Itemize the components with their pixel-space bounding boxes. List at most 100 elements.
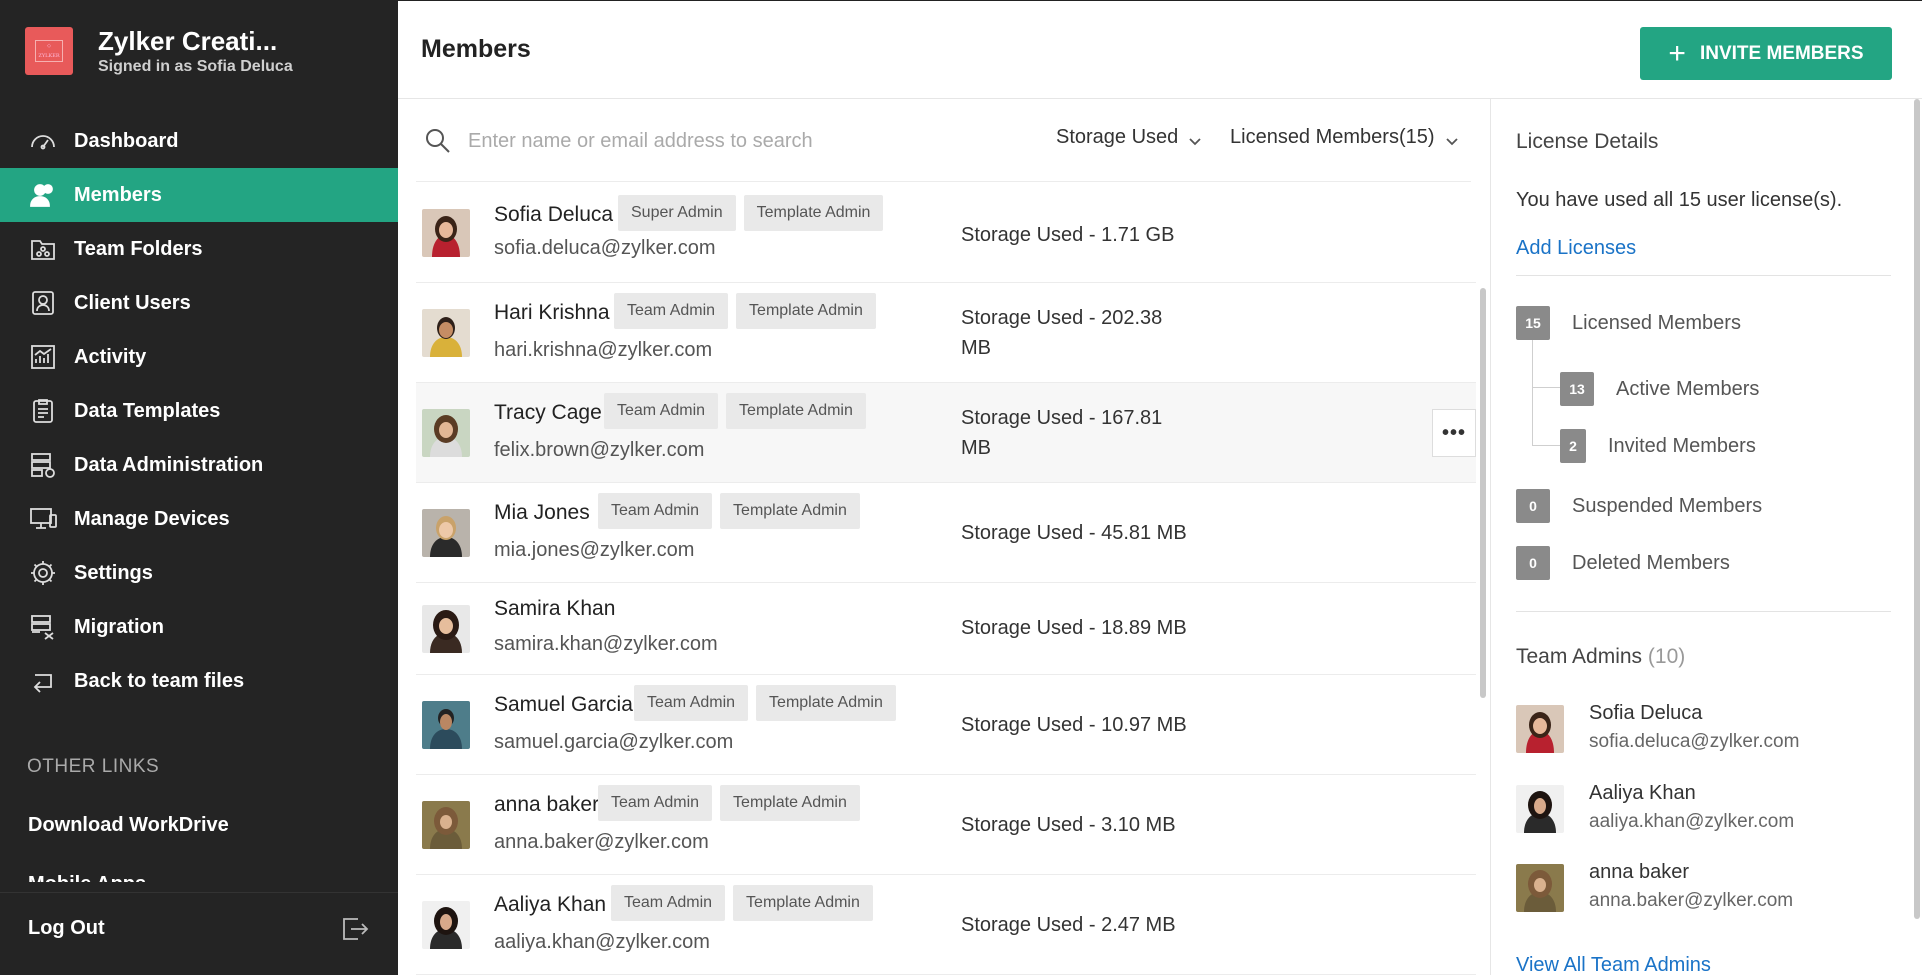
members-filter-label: Licensed Members(15) [1230, 126, 1435, 148]
plus-icon: + [1668, 36, 1686, 70]
sidebar-item-label: Dashboard [74, 129, 179, 152]
sidebar-item-activity[interactable]: Activity [0, 330, 398, 384]
sidebar-item-client-users[interactable]: Client Users [0, 276, 398, 330]
invited-members-row[interactable]: 2 Invited Members [1560, 429, 1756, 463]
role-badge: Team Admin [634, 685, 749, 721]
member-storage: Storage Used - 10.97 MB [961, 714, 1187, 736]
active-count: 13 [1560, 372, 1594, 406]
sidebar-item-manage-devices[interactable]: Manage Devices [0, 492, 398, 546]
sidebar-item-migration[interactable]: Migration [0, 600, 398, 654]
download-workdrive-link[interactable]: Download WorkDrive [28, 814, 229, 837]
role-badge: Template Admin [756, 685, 896, 721]
member-badges: Team Admin Template Admin [598, 493, 860, 529]
add-licenses-link[interactable]: Add Licenses [1516, 237, 1636, 260]
role-badge: Template Admin [736, 293, 876, 329]
member-email: hari.krishna@zylker.com [494, 339, 713, 361]
role-badge: Template Admin [726, 393, 866, 429]
member-badges: Super Admin Template Admin [618, 195, 884, 231]
invite-members-button[interactable]: + INVITE MEMBERS [1640, 27, 1892, 80]
licensed-count: 15 [1516, 306, 1550, 340]
data-templates-icon [28, 396, 58, 426]
member-name[interactable]: Samuel Garcia [494, 693, 633, 717]
divider [1516, 275, 1891, 276]
suspended-members-row[interactable]: 0 Suspended Members [1516, 489, 1762, 523]
member-row[interactable]: anna baker Team Admin Template Admin ann… [416, 775, 1476, 875]
member-row[interactable]: Samuel Garcia Team Admin Template Admin … [416, 675, 1476, 775]
sidebar-item-data-templates[interactable]: Data Templates [0, 384, 398, 438]
activity-icon [28, 342, 58, 372]
active-label: Active Members [1616, 377, 1760, 400]
signed-in-as: Signed in as Sofia Deluca [98, 58, 293, 75]
member-row[interactable]: Hari Krishna Team Admin Template Admin h… [416, 283, 1476, 383]
team-folders-icon [28, 234, 58, 264]
member-name[interactable]: Sofia Deluca [494, 203, 613, 227]
member-name[interactable]: Samira Khan [494, 597, 615, 621]
sort-dropdown[interactable]: Storage Used [1056, 126, 1201, 149]
mobile-apps-link[interactable]: Mobile Apps [28, 870, 146, 882]
sidebar-item-label: Client Users [74, 291, 191, 314]
member-storage: Storage Used - 45.81 MB [961, 522, 1187, 544]
member-row[interactable]: Mia Jones Team Admin Template Admin mia.… [416, 483, 1476, 583]
members-filter-dropdown[interactable]: Licensed Members(15) [1230, 126, 1458, 149]
member-storage: Storage Used - 18.89 MB [961, 617, 1187, 639]
active-members-row[interactable]: 13 Active Members [1560, 372, 1759, 406]
search-icon [424, 127, 452, 155]
more-options-button[interactable]: ••• [1432, 409, 1476, 457]
sidebar-item-label: Migration [74, 615, 164, 638]
list-scrollbar[interactable] [1480, 288, 1486, 698]
member-name[interactable]: anna baker [494, 793, 599, 817]
view-all-team-admins-link[interactable]: View All Team Admins [1516, 954, 1711, 975]
search-input[interactable] [468, 125, 988, 157]
team-admin-email: anna.baker@zylker.com [1589, 890, 1794, 911]
deleted-members-row[interactable]: 0 Deleted Members [1516, 546, 1730, 580]
avatar [422, 701, 470, 749]
member-badges: Team Admin Template Admin [604, 393, 866, 429]
sidebar-item-label: Activity [74, 345, 147, 368]
member-name[interactable]: Mia Jones [494, 501, 590, 525]
avatar [1516, 705, 1564, 753]
member-row[interactable]: Tracy Cage Team Admin Template Admin fel… [416, 383, 1476, 483]
panel-scrollbar[interactable] [1914, 99, 1920, 919]
sidebar-item-settings[interactable]: Settings [0, 546, 398, 600]
team-admins-title: Team Admins (10) [1516, 645, 1685, 669]
sidebar-item-label: Manage Devices [74, 507, 230, 530]
role-badge: Team Admin [614, 293, 729, 329]
sidebar-item-back-to-team-files[interactable]: Back to team files [0, 654, 398, 708]
deleted-label: Deleted Members [1572, 551, 1730, 574]
member-row[interactable]: Sofia Deluca Super Admin Template Admin … [416, 183, 1476, 283]
sidebar-item-label: Members [74, 183, 162, 206]
member-row[interactable]: Aaliya Khan Team Admin Template Admin aa… [416, 875, 1476, 975]
sidebar: ◇ ZYLKER Zylker Creati... Signed in as So… [0, 0, 398, 975]
page-header: Members + INVITE MEMBERS [398, 0, 1922, 99]
logout-icon[interactable] [338, 913, 370, 945]
brand-logo: ◇ ZYLKER [25, 27, 73, 75]
brand[interactable]: ◇ ZYLKER Zylker Creati... Signed in as So… [25, 26, 293, 76]
member-storage: Storage Used - 202.38 MB [961, 307, 1163, 359]
member-badges: Team Admin Template Admin [598, 785, 860, 821]
member-badges: Team Admin Template Admin [634, 685, 896, 721]
migration-icon [28, 612, 58, 642]
member-name[interactable]: Hari Krishna [494, 301, 610, 325]
avatar [422, 309, 470, 357]
sidebar-item-data-administration[interactable]: Data Administration [0, 438, 398, 492]
settings-icon [28, 558, 58, 588]
role-badge: Super Admin [618, 195, 736, 231]
license-details-title: License Details [1516, 130, 1659, 153]
member-name[interactable]: Aaliya Khan [494, 893, 606, 917]
sidebar-item-team-folders[interactable]: Team Folders [0, 222, 398, 276]
suspended-count: 0 [1516, 489, 1550, 523]
avatar [1516, 785, 1564, 833]
member-row[interactable]: Samira Khan samira.khan@zylker.com Stora… [416, 583, 1476, 675]
sort-dropdown-label: Storage Used [1056, 126, 1179, 148]
sidebar-item-dashboard[interactable]: Dashboard [0, 114, 398, 168]
sidebar-item-members[interactable]: Members [0, 168, 398, 222]
member-name[interactable]: Tracy Cage [494, 401, 602, 425]
logout-label[interactable]: Log Out [28, 917, 105, 940]
role-badge: Template Admin [743, 195, 884, 231]
back-icon [28, 666, 58, 696]
licensed-members-row[interactable]: 15 Licensed Members [1516, 306, 1741, 340]
invite-members-label: INVITE MEMBERS [1699, 42, 1864, 64]
member-email: mia.jones@zylker.com [494, 539, 695, 561]
org-name: Zylker Creati... [98, 26, 278, 56]
logout-bar[interactable]: Log Out [0, 892, 398, 975]
